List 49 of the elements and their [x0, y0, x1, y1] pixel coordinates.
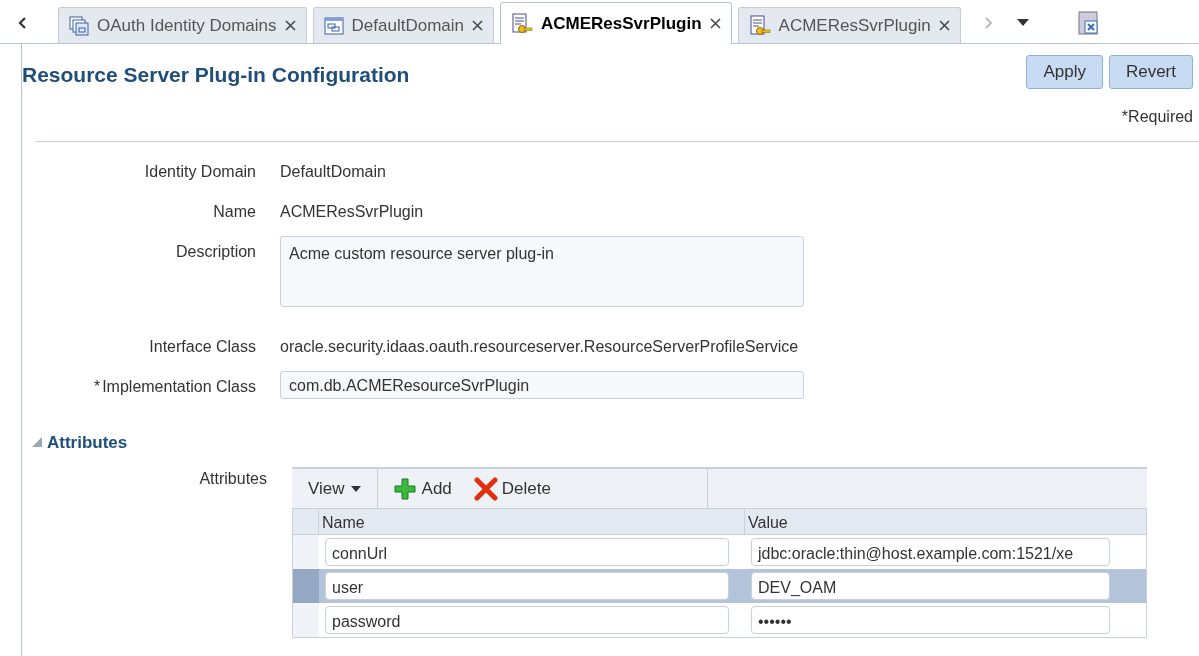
view-menu-button[interactable]: View: [292, 469, 378, 508]
close-icon[interactable]: [709, 18, 721, 29]
action-button[interactable]: Revert: [1108, 55, 1193, 89]
column-header: Value: [747, 513, 789, 533]
field-label: *Implementation Class: [93, 376, 256, 397]
window-icon: [323, 15, 344, 36]
description-field[interactable]: Acme custom resource server plug-in: [280, 235, 804, 307]
field-label: Description: [175, 241, 256, 262]
x-mark-icon: [473, 476, 498, 501]
close-icon[interactable]: [472, 20, 483, 31]
caret-icon: [350, 485, 361, 492]
dropdown-icon[interactable]: [1016, 19, 1029, 27]
tab[interactable]: DefaultDomain: [312, 7, 494, 43]
action-button[interactable]: Apply: [1026, 55, 1103, 89]
value-field[interactable]: jdbc:oracle:thin@host.example.com:1521/xe: [751, 538, 1110, 566]
tab[interactable]: OAuth Identity Domains: [58, 7, 307, 43]
field-label: Attributes: [199, 469, 267, 489]
table-row[interactable]: user DEV_OAM: [293, 569, 1146, 603]
required-note: *Required: [1121, 106, 1193, 127]
tab-label: ACMEResSvrPlugin: [778, 14, 931, 37]
plus-icon: [393, 477, 416, 500]
name-field[interactable]: password: [325, 606, 729, 634]
name-field[interactable]: connUrl: [325, 538, 729, 566]
input-field[interactable]: com.db.ACMEResourceSvrPlugin: [280, 370, 804, 399]
tab[interactable]: ACMEResSvrPlugin: [500, 2, 732, 44]
field-value: oracle.security.idaas.oauth.resourceserver.ResourceServerProfileService: [280, 336, 799, 357]
document-key-icon: [511, 12, 533, 35]
chevron-left-icon: [18, 16, 28, 30]
tab-label: DefaultDomain: [351, 14, 464, 37]
windows-icon: [69, 15, 89, 36]
page-title: Resource Server Plug-in Configuration: [22, 62, 410, 88]
delete-button[interactable]: Delete: [473, 475, 551, 502]
close-icon[interactable]: [284, 20, 296, 31]
column-header: Name: [319, 509, 745, 534]
field-label: Identity Domain: [144, 161, 256, 182]
field-label: Name: [213, 201, 256, 222]
field-value: ACMEResSvrPlugin: [280, 201, 424, 222]
tab[interactable]: ACMEResSvrPlugin: [737, 7, 961, 43]
name-field[interactable]: user: [325, 572, 729, 600]
value-field[interactable]: DEV_OAM: [751, 572, 1110, 600]
field-label: Interface Class: [149, 336, 256, 357]
field-value: DefaultDomain: [280, 161, 386, 182]
tab-label: ACMEResSvrPlugin: [541, 12, 702, 35]
close-icon[interactable]: [938, 20, 950, 31]
section-title: Attributes: [47, 431, 128, 454]
add-button[interactable]: Add: [393, 475, 452, 502]
document-key-icon: [748, 14, 771, 37]
value-field[interactable]: ••••••: [751, 606, 1110, 634]
tab-label: OAuth Identity Domains: [97, 14, 277, 37]
